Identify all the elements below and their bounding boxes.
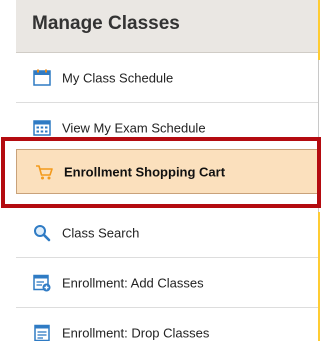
menu-item-enrollment-drop-classes[interactable]: Enrollment: Drop Classes [16, 308, 318, 341]
panel-header: Manage Classes [16, 0, 318, 53]
highlight-annotation-box [1, 137, 321, 208]
menu-item-label: Class Search [62, 225, 140, 240]
menu-item-enrollment-add-classes[interactable]: Enrollment: Add Classes [16, 258, 318, 308]
accent-line [318, 0, 320, 60]
panel-title: Manage Classes [32, 13, 180, 34]
menu-item-label: Enrollment: Drop Classes [62, 325, 210, 340]
menu-item-label: View My Exam Schedule [62, 120, 206, 135]
calendar-icon [33, 69, 51, 87]
menu-item-class-search[interactable]: Class Search [16, 208, 318, 258]
search-icon [33, 224, 51, 242]
accent-line [318, 212, 320, 341]
add-classes-icon [33, 274, 51, 292]
menu-item-my-class-schedule[interactable]: My Class Schedule [16, 53, 318, 103]
menu-item-label: My Class Schedule [62, 70, 174, 85]
menu-item-label: Enrollment: Add Classes [62, 275, 204, 290]
drop-classes-icon [33, 324, 51, 341]
exam-calendar-icon [33, 119, 51, 137]
